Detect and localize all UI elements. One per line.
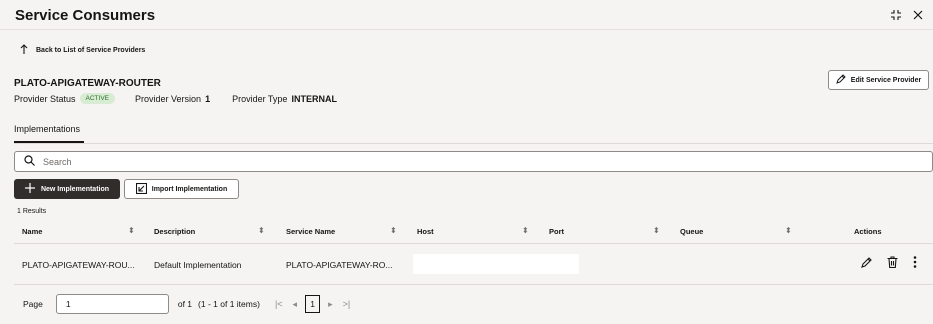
cell-name: PLATO-APIGATEWAY-ROU... (22, 260, 135, 270)
version-value: 1 (205, 93, 211, 104)
plus-icon (24, 183, 35, 195)
sort-icon[interactable]: ⬍ (390, 226, 397, 235)
provider-meta: Provider Status ACTIVE Provider Version … (14, 93, 359, 104)
pencil-icon (835, 74, 846, 86)
table-header: Name ⬍ Description ⬍ Service Name ⬍ Host… (14, 220, 933, 244)
page-input[interactable] (55, 294, 169, 314)
page-of-text: of 1 (177, 299, 193, 309)
pencil-icon[interactable] (861, 256, 872, 270)
import-icon (135, 182, 147, 196)
column-header-description[interactable]: Description (154, 227, 195, 236)
new-implementation-button[interactable]: New Implementation (14, 179, 120, 199)
back-link-label: Back to List of Service Providers (36, 46, 146, 54)
tab-divider (14, 143, 933, 144)
type-label: Provider Type (232, 93, 288, 104)
row-actions (861, 256, 917, 270)
status-badge: ACTIVE (79, 93, 116, 104)
type-value: INTERNAL (291, 93, 337, 104)
back-link[interactable]: Back to List of Service Providers (20, 44, 145, 56)
sort-icon[interactable]: ⬍ (522, 226, 529, 235)
edit-button-label: Edit Service Provider (850, 76, 922, 84)
current-page-button[interactable]: 1 (305, 295, 321, 313)
provider-name: PLATO-APIGATEWAY-ROUTER (14, 78, 161, 89)
pagination: Page of 1 (1 - 1 of 1 items) |< ◂ 1 ▸ >| (14, 294, 355, 314)
status-label: Provider Status (14, 93, 76, 104)
column-header-name[interactable]: Name (22, 227, 42, 236)
prev-page-icon[interactable]: ◂ (293, 299, 298, 310)
column-header-port[interactable]: Port (549, 227, 564, 236)
page-title: Service Consumers (15, 7, 156, 24)
arrow-up-icon (20, 44, 28, 56)
sort-icon[interactable]: ⬍ (653, 226, 660, 235)
more-vertical-icon[interactable] (913, 256, 917, 270)
first-page-icon[interactable]: |< (275, 299, 283, 309)
cell-description: Default Implementation (154, 260, 242, 270)
sort-icon[interactable]: ⬍ (785, 226, 792, 235)
import-implementation-button[interactable]: Import Implementation (124, 179, 239, 199)
edit-service-provider-button[interactable]: Edit Service Provider (828, 70, 929, 90)
version-label: Provider Version (135, 93, 202, 104)
import-implementation-label: Import Implementation (151, 185, 228, 193)
sort-icon[interactable]: ⬍ (258, 226, 265, 235)
column-header-service-name[interactable]: Service Name (286, 227, 335, 236)
last-page-icon[interactable]: >| (343, 299, 351, 309)
collapse-icon[interactable] (889, 8, 903, 22)
search-input[interactable] (43, 156, 932, 167)
column-header-host[interactable]: Host (417, 227, 434, 236)
search-bar (14, 151, 933, 172)
cell-service-name: PLATO-APIGATEWAY-RO... (286, 260, 393, 270)
next-page-icon[interactable]: ▸ (328, 299, 333, 310)
close-icon[interactable] (911, 8, 925, 22)
items-range-text: (1 - 1 of 1 items) (198, 299, 260, 309)
table-row[interactable]: PLATO-APIGATEWAY-ROU... Default Implemen… (14, 245, 933, 285)
column-header-actions: Actions (854, 227, 882, 236)
column-header-queue[interactable]: Queue (680, 227, 703, 236)
cell-host (413, 254, 579, 274)
sort-icon[interactable]: ⬍ (128, 226, 135, 235)
search-icon (24, 155, 35, 168)
results-count: 1 Results (17, 208, 47, 215)
tab-implementations[interactable]: Implementations (14, 124, 84, 143)
new-implementation-label: New Implementation (40, 185, 110, 193)
trash-icon[interactable] (887, 256, 898, 270)
window-controls (889, 8, 925, 22)
page-label: Page (23, 299, 43, 309)
